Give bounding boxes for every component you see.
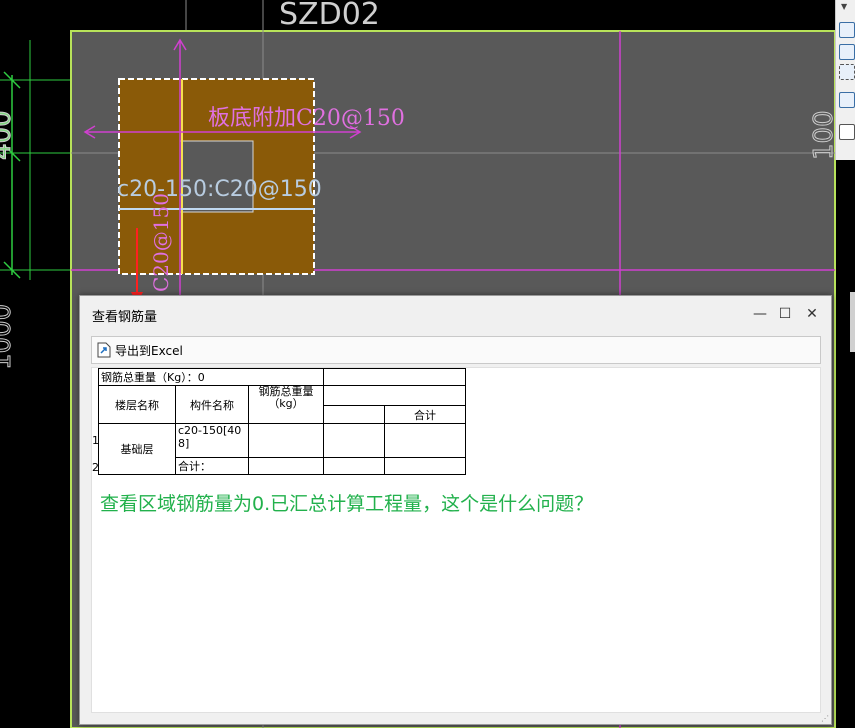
resize-grip-icon[interactable]: ⋰ xyxy=(821,714,829,723)
minimize-icon[interactable]: — xyxy=(750,304,770,324)
dialog-toolbar: 导出到Excel xyxy=(91,336,821,364)
cube-icon[interactable] xyxy=(839,92,855,108)
export-excel-button[interactable]: 导出到Excel xyxy=(97,339,189,361)
cell-weight xyxy=(248,423,324,458)
select-icon[interactable] xyxy=(839,64,855,80)
dialog-title: 查看钢筋量 xyxy=(92,310,158,325)
export-icon xyxy=(97,342,111,358)
rebar-table: 钢筋总重量（Kg）：0 楼层名称 构件名称 钢筋总重量 （kg） 合计 基础层 … xyxy=(98,368,466,475)
cell-component: c20-150[408] xyxy=(175,423,249,458)
header-rebar-weight-unit: （kg） xyxy=(268,397,304,410)
cad-vertical-spec: C20@150 xyxy=(149,193,173,292)
cad-rebar-note: 板底附加C20@150 xyxy=(208,106,405,131)
header-floor-name: 楼层名称 xyxy=(98,385,176,424)
header-component-name: 构件名称 xyxy=(175,385,249,424)
right-tool-strip: ▼ xyxy=(835,0,855,160)
cell-floor: 基础层 xyxy=(98,423,176,475)
question-text: 查看区域钢筋量为0.已汇总计算工程量，这个是什么问题？ xyxy=(100,493,594,515)
document-icon[interactable] xyxy=(839,124,855,140)
cad-top-label: SZD02 xyxy=(279,0,380,32)
scrollbar-stub[interactable] xyxy=(850,292,855,352)
dropdown-arrow-icon[interactable]: ▼ xyxy=(841,2,847,11)
total-weight-label: 钢筋总重量（Kg）：0 xyxy=(98,368,324,386)
cell-subtotal-label: 合计： xyxy=(175,457,249,475)
cad-rebar-spec: c20-150:C20@150 xyxy=(117,177,322,202)
view-rebar-dialog: 查看钢筋量 — ☐ ✕ 导出到Excel 1 2 钢筋总重量（Kg）：0 楼层名… xyxy=(79,295,832,725)
cad-left-dim-top: 400 xyxy=(0,110,17,160)
export-label: 导出到Excel xyxy=(115,343,183,358)
layer-icon[interactable] xyxy=(839,22,855,38)
dialog-titlebar[interactable]: 查看钢筋量 — ☐ ✕ xyxy=(80,296,831,332)
cad-left-dim-bottom: 1000 xyxy=(0,304,17,370)
header-sum: 合计 xyxy=(384,405,466,424)
dialog-content: 1 2 钢筋总重量（Kg）：0 楼层名称 构件名称 钢筋总重量 （kg） 合计 xyxy=(91,367,821,713)
header-rebar-weight: 钢筋总重量 （kg） xyxy=(248,385,324,424)
plus-icon[interactable] xyxy=(839,44,855,60)
close-icon[interactable]: ✕ xyxy=(802,304,822,324)
maximize-icon[interactable]: ☐ xyxy=(775,304,795,324)
